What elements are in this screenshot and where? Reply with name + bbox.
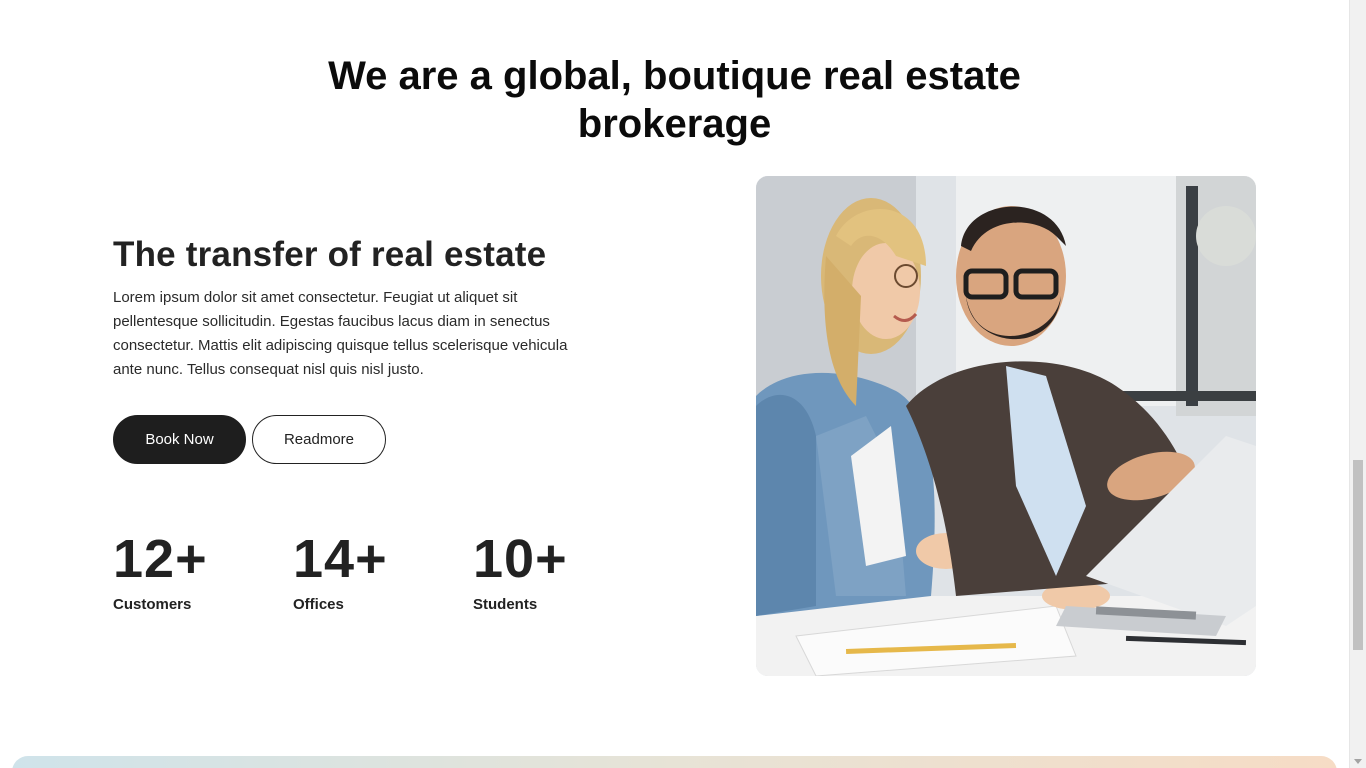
about-text-block: The transfer of real estate Lorem ipsum …: [113, 232, 583, 382]
book-now-button[interactable]: Book Now: [113, 415, 246, 464]
stat-students: 10+ Students: [473, 528, 653, 613]
stat-value: 10+: [473, 529, 568, 589]
stat-label: Customers: [113, 596, 192, 613]
section-heading: We are a global, boutique real estate br…: [0, 52, 1349, 148]
about-description: Lorem ipsum dolor sit amet consectetur. …: [113, 289, 568, 378]
page-content: We are a global, boutique real estate br…: [0, 0, 1349, 768]
stat-value: 14+: [293, 529, 388, 589]
next-section-band: [12, 756, 1337, 768]
stat-value: 12+: [113, 529, 208, 589]
cta-buttons: Book Now Readmore: [113, 415, 386, 464]
readmore-button[interactable]: Readmore: [252, 415, 386, 464]
browser-viewport: We are a global, boutique real estate br…: [0, 0, 1366, 768]
stat-customers: 12+ Customers: [113, 528, 293, 613]
office-meeting-photo: [756, 176, 1256, 676]
about-title: The transfer of real estate: [113, 235, 547, 274]
scrollbar-thumb[interactable]: [1353, 460, 1363, 650]
section-heading-line1: We are a global, boutique real estate: [328, 54, 1021, 98]
stats-row: 12+ Customers 14+ Offices 10+ Students: [113, 528, 653, 613]
stat-label: Students: [473, 596, 538, 613]
section-heading-line2: brokerage: [577, 102, 772, 146]
scroll-down-arrow-icon[interactable]: [1354, 759, 1362, 764]
page-scrollbar[interactable]: [1349, 0, 1366, 768]
stat-offices: 14+ Offices: [293, 528, 473, 613]
stat-label: Offices: [293, 596, 344, 613]
